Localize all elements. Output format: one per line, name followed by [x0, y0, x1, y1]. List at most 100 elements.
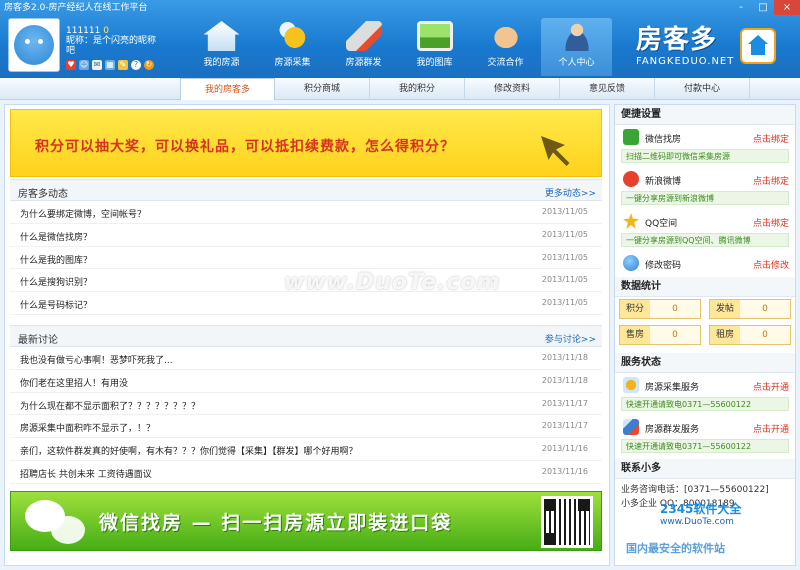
settings-title: 便捷设置 — [615, 105, 795, 125]
discussion-topic[interactable]: 房源采集中面积咋不显示了，！？ — [20, 421, 155, 434]
news-question[interactable]: 什么是搜狗识别？ — [20, 275, 92, 288]
discussion-topic[interactable]: 我也没有做亏心事啊！恶梦吓死我了... — [20, 353, 173, 366]
list-item[interactable]: 招聘店长 共创未来 工资待遇面议 2013/11/16 — [10, 461, 602, 484]
bind-wechat: 微信找房 点击绑定 — [615, 125, 795, 149]
maximize-button[interactable]: □ — [752, 0, 774, 15]
nav-label: 我的图库 — [416, 58, 453, 68]
news-date: 2013/11/05 — [541, 229, 588, 239]
service-collect: 房源采集服务 点击开通 — [615, 373, 795, 397]
bee-icon — [274, 21, 311, 51]
service-broadcast: 房源群发服务 点击开通 — [615, 415, 795, 439]
discussion-topic[interactable]: 你们老在这里招人！有用没 — [20, 376, 128, 389]
wechat-icon — [623, 129, 639, 145]
discussion-header: 最新讨论 参与讨论>> — [10, 325, 602, 347]
app-header: 房客多2.0-房产经纪人在线工作平台 - □ × 111111 0 昵称：是个闪… — [0, 0, 800, 78]
user-nickname-wrap: 吧 — [66, 46, 76, 56]
minimize-button[interactable]: - — [730, 0, 752, 15]
watermark-text: www.DuoTe.com — [284, 270, 501, 295]
heart-icon[interactable]: ♥ — [66, 60, 76, 70]
discussion-topic[interactable]: 亲们，这软件群发真的好使啊，有木有？？？你们觉得【采集】【群发】哪个好用啊？ — [20, 444, 358, 457]
wechat-banner[interactable]: 微信找房 — 扫一扫房源立即装进口袋 — [10, 491, 602, 551]
tab-feedback[interactable]: 意见反馈 — [560, 78, 655, 100]
picture-icon — [416, 21, 453, 51]
help-icon[interactable]: ? — [131, 60, 141, 70]
bind-label: QQ空间 — [645, 219, 678, 229]
bind-weibo: 新浪微博 点击绑定 — [615, 167, 795, 191]
list-item[interactable]: 你们老在这里招人！有用没 2013/11/18 — [10, 370, 602, 393]
tab-payment-center[interactable]: 付款中心 — [655, 78, 750, 100]
service-label: 房源采集服务 — [645, 383, 700, 393]
discussion-date: 2013/11/16 — [541, 444, 588, 454]
discussion-more-link[interactable]: 参与讨论>> — [545, 332, 596, 345]
mail-icon[interactable]: ✉ — [92, 60, 102, 70]
bind-weibo-button[interactable]: 点击绑定 — [753, 174, 789, 187]
discussion-topic[interactable]: 招聘店长 共创未来 工资待遇面议 — [20, 467, 152, 480]
wechat-banner-text: 微信找房 — 扫一扫房源立即装进口袋 — [99, 512, 453, 534]
nav-personal-center[interactable]: 个人中心 — [541, 18, 612, 76]
avatar[interactable] — [8, 18, 60, 72]
grid-icon[interactable]: ▦ — [105, 60, 115, 70]
bind-tip: 扫描二维码即可微信采集房源 — [621, 149, 789, 163]
points-banner[interactable]: 积分可以抽大奖，可以换礼品，可以抵扣续费款，怎么得积分？ — [10, 109, 602, 177]
nav-listing-collect[interactable]: 房源采集 — [257, 18, 328, 76]
list-item[interactable]: 什么是微信找房？ 2013/11/05 — [10, 224, 602, 247]
list-item[interactable]: 什么是号码标记？ 2013/11/05 — [10, 292, 602, 315]
list-item[interactable]: 什么是我的图库？ 2013/11/05 — [10, 247, 602, 270]
open-collect-service-button[interactable]: 点击开通 — [753, 380, 789, 393]
user-nickname: 昵称：是个闪亮的昵称 — [66, 36, 157, 46]
change-password-button[interactable]: 点击修改 — [753, 258, 789, 271]
service-label: 房源群发服务 — [645, 425, 700, 435]
news-question[interactable]: 什么是微信找房？ — [20, 230, 92, 243]
bind-qzone-button[interactable]: 点击绑定 — [753, 216, 789, 229]
contact-phone: 业务咨询电话：[0371—55600122] — [621, 485, 769, 495]
news-date: 2013/11/05 — [541, 207, 588, 216]
discussion-date: 2013/11/17 — [541, 398, 588, 408]
user-level: 0 — [103, 26, 109, 36]
window-title: 房客多2.0-房产经纪人在线工作平台 — [4, 3, 148, 13]
globe-icon — [623, 255, 639, 271]
main-nav: 我的房源 房源采集 房源群发 我的图库 交流合作 个人中心 — [186, 18, 612, 76]
nav-my-listings[interactable]: 我的房源 — [186, 18, 257, 76]
user-toolbar: ♥ ☺ ✉ ▦ ✎ ? ↻ — [66, 60, 154, 70]
bind-tip: 一键分享房源到新浪微博 — [621, 191, 789, 205]
bind-wechat-button[interactable]: 点击绑定 — [753, 132, 789, 145]
list-item[interactable]: 亲们，这软件群发真的好使啊，有木有？？？你们觉得【采集】【群发】哪个好用啊？ 20… — [10, 438, 602, 461]
list-item[interactable]: 我也没有做亏心事啊！恶梦吓死我了... 2013/11/18 — [10, 347, 602, 370]
news-more-link[interactable]: 更多动态>> — [545, 186, 596, 199]
pencil-icon[interactable]: ✎ — [118, 60, 128, 70]
tab-edit-profile[interactable]: 修改资料 — [465, 78, 560, 100]
list-item[interactable]: 为什么现在都不显示面积了？？？？？？？？ 2013/11/17 — [10, 393, 602, 416]
refresh-icon[interactable]: ↻ — [144, 60, 154, 70]
bind-qzone: QQ空间 点击绑定 — [615, 209, 795, 233]
watermark-site-url: www.DuoTe.com — [660, 517, 734, 527]
nav-cooperation[interactable]: 交流合作 — [470, 18, 541, 76]
watermark-slogan: 国内最安全的软件站 — [626, 542, 725, 555]
news-question[interactable]: 什么是我的图库？ — [20, 253, 92, 266]
news-question[interactable]: 什么是号码标记？ — [20, 298, 92, 311]
person-icon — [558, 21, 595, 51]
nav-my-gallery[interactable]: 我的图库 — [399, 18, 470, 76]
tab-my-fangkeduo[interactable]: 我的房客多 — [180, 78, 275, 100]
bee-icon — [623, 377, 639, 393]
service-tip: 快速开通请致电0371—55600122 — [621, 397, 789, 411]
brand-logo-icon — [740, 28, 776, 64]
people-icon[interactable]: ☺ — [79, 60, 89, 70]
discussion-topic[interactable]: 为什么现在都不显示面积了？？？？？？？？ — [20, 399, 200, 412]
tab-my-points[interactable]: 我的积分 — [370, 78, 465, 100]
avatar-face-icon — [14, 25, 54, 65]
bind-label: 微信找房 — [645, 135, 682, 145]
discussion-date: 2013/11/16 — [541, 466, 588, 476]
open-broadcast-service-button[interactable]: 点击开通 — [753, 422, 789, 435]
list-item[interactable]: 为什么要绑定微博，空间帐号？ 2013/11/05 — [10, 201, 602, 224]
weibo-icon — [623, 171, 639, 187]
stat-points: 积分 0 — [619, 299, 701, 319]
window-controls: - □ × — [730, 0, 800, 15]
close-button[interactable]: × — [774, 0, 800, 15]
nav-listing-broadcast[interactable]: 房源群发 — [328, 18, 399, 76]
list-item[interactable]: 房源采集中面积咋不显示了，！？ 2013/11/17 — [10, 415, 602, 439]
news-question[interactable]: 为什么要绑定微博，空间帐号？ — [20, 207, 146, 220]
tab-points-mall[interactable]: 积分商城 — [275, 78, 370, 100]
cursor-arrow-icon — [541, 136, 570, 166]
nav-label: 房源采集 — [274, 58, 311, 68]
discussion-date: 2013/11/18 — [541, 375, 588, 385]
